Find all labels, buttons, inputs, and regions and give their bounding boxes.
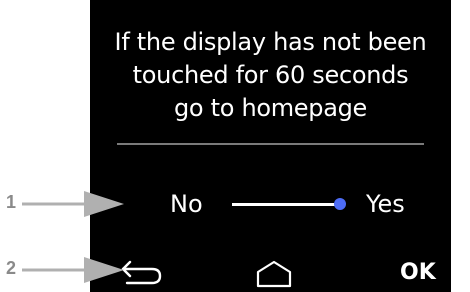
callout-arrow-icon bbox=[22, 257, 124, 283]
timeout-message: If the display has not been touched for … bbox=[90, 26, 451, 125]
message-line-2: touched for 60 seconds bbox=[132, 61, 409, 89]
message-line-1: If the display has not been bbox=[114, 28, 427, 56]
toggle-knob[interactable] bbox=[334, 198, 346, 210]
toggle-option-yes[interactable]: Yes bbox=[366, 188, 405, 220]
callout-2: 2 bbox=[0, 255, 130, 285]
nav-bar: OK bbox=[90, 252, 451, 292]
home-button[interactable] bbox=[256, 260, 292, 288]
message-line-3: go to homepage bbox=[173, 94, 368, 122]
device-screen: If the display has not been touched for … bbox=[90, 0, 451, 292]
divider bbox=[117, 143, 424, 145]
toggle-option-no[interactable]: No bbox=[170, 188, 203, 220]
callout-1: 1 bbox=[0, 189, 130, 219]
home-icon bbox=[256, 260, 292, 288]
callout-arrow-icon bbox=[22, 191, 124, 217]
timeout-toggle[interactable]: No Yes bbox=[90, 186, 451, 222]
ok-button[interactable]: OK bbox=[400, 258, 436, 288]
toggle-track[interactable] bbox=[232, 203, 337, 206]
